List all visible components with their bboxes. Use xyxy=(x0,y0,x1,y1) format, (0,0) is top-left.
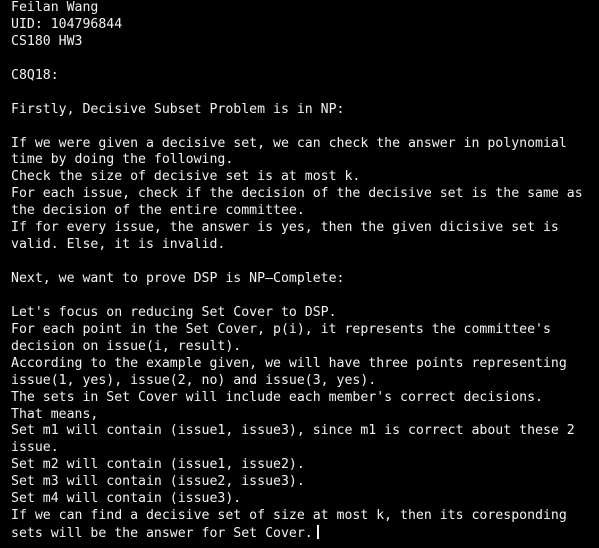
text-line-17: Next, we want to prove DSP is NP—Complet… xyxy=(11,271,345,286)
text-line-20: For each point in the Set Cover, p(i), i… xyxy=(11,321,551,337)
text-line-22: According to the example given, we will … xyxy=(11,355,567,371)
text-line-26: Set m1 will contain (issue1, issue3), si… xyxy=(11,423,575,439)
text-line-15: valid. Else, it is invalid. xyxy=(11,237,226,253)
text-line-19: Let's focus on reducing Set Cover to DSP… xyxy=(11,304,337,320)
text-line-14: If for every issue, the answer is yes, t… xyxy=(11,220,559,236)
text-line-10: time by doing the following. xyxy=(11,152,234,168)
text-line-32-content: sets will be the answer for Set Cover. xyxy=(11,526,313,542)
text-line-8 xyxy=(11,119,599,136)
text-line-24: The sets in Set Cover will include each … xyxy=(11,389,543,405)
text-line-5: C8Q18: xyxy=(11,67,59,83)
text-line-7: Firstly, Decisive Subset Problem is in N… xyxy=(11,101,345,117)
text-line-16 xyxy=(11,254,599,271)
text-line-1: Feilan Wang xyxy=(11,0,99,15)
terminal-text-area[interactable]: Feilan Wang UID: 104796844 CS180 HW3 C8Q… xyxy=(0,0,599,548)
text-line-27: issue. xyxy=(11,440,59,456)
text-line-2: UID: 104796844 xyxy=(11,16,123,32)
text-line-29: Set m3 will contain (issue2, issue3). xyxy=(11,474,305,490)
text-line-4 xyxy=(11,51,599,68)
text-line-21: decision on issue(i, result). xyxy=(11,338,242,354)
text-line-13: the decision of the entire committee. xyxy=(11,203,305,219)
text-line-11: Check the size of decisive set is at mos… xyxy=(11,169,361,185)
text-line-3: CS180 HW3 xyxy=(11,33,83,49)
text-cursor xyxy=(316,525,319,540)
text-line-12: For each issue, check if the decision of… xyxy=(11,186,583,202)
text-line-30: Set m4 will contain (issue3). xyxy=(11,491,242,507)
text-line-31: If we can find a decisive set of size at… xyxy=(11,508,567,524)
text-line-25: That means, xyxy=(11,406,99,422)
text-line-23: issue(1, yes), issue(2, no) and issue(3,… xyxy=(11,372,377,388)
text-line-9: If we were given a decisive set, we can … xyxy=(11,135,567,151)
text-line-18 xyxy=(11,288,599,305)
text-line-32: sets will be the answer for Set Cover. xyxy=(11,525,599,542)
text-line-6 xyxy=(11,85,599,102)
text-line-28: Set m2 will contain (issue1, issue2). xyxy=(11,457,305,473)
